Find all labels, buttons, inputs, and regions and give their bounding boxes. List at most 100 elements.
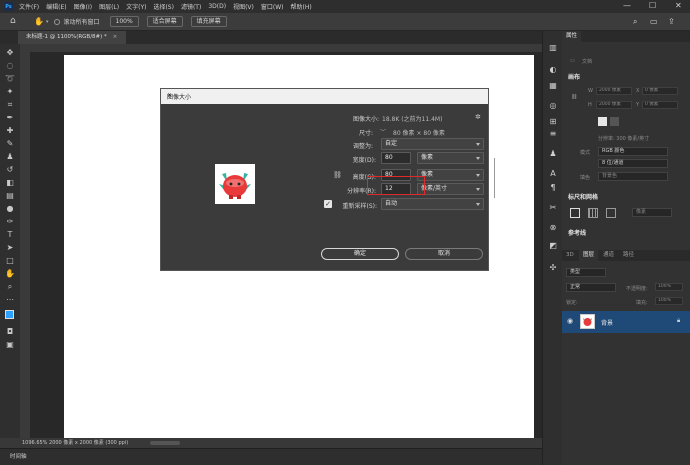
width-unit-dropdown[interactable]: 像素 [417, 152, 484, 164]
menu-select[interactable]: 选择(S) [153, 2, 174, 11]
foreground-color-swatch[interactable] [5, 310, 14, 319]
fit-to-dropdown[interactable]: 自定 [381, 138, 484, 150]
screen-mode-icon[interactable]: ▣ [4, 340, 16, 350]
menu-image[interactable]: 图像(I) [74, 2, 92, 11]
timeline-label[interactable]: 时间轴 [10, 452, 27, 460]
horizontal-scrollbar[interactable] [150, 441, 180, 445]
canvas-x-field[interactable]: 0 像素 [642, 87, 678, 95]
guides-section-title[interactable]: 参考线 [568, 228, 586, 237]
canvas-height-field[interactable]: 2000 像素 [596, 101, 632, 109]
dialog-titlebar[interactable]: 图像大小 ✕ [161, 89, 488, 104]
more-tools-icon[interactable]: ⋯ [4, 295, 16, 305]
ruler-toggle-icon[interactable] [570, 208, 580, 218]
history-brush-icon[interactable]: ↺ [4, 165, 16, 175]
type-tool-icon[interactable]: T [4, 230, 16, 240]
gradient-tool-icon[interactable]: ▤ [4, 191, 16, 201]
healing-tool-icon[interactable]: ✚ [4, 126, 16, 136]
stamp-tool-icon[interactable]: ♟ [4, 152, 16, 162]
move-tool-icon[interactable]: ✥ [4, 48, 16, 58]
brush-tool-icon[interactable]: ✎ [4, 139, 16, 149]
canvas-y-field[interactable]: 0 像素 [642, 101, 678, 109]
eraser-tool-icon[interactable]: ◧ [4, 178, 16, 188]
path-selection-icon[interactable]: ➤ [4, 243, 16, 253]
gear-icon[interactable]: ✲ [475, 113, 481, 121]
fill-dropdown[interactable]: 背景色 [598, 172, 668, 181]
stamp-panel-icon[interactable]: ♟ [548, 149, 558, 159]
document-tab[interactable]: 未标题-1 @ 1100%(RGB/8#) * × [18, 31, 126, 44]
eyedropper-tool-icon[interactable]: ✒ [4, 113, 16, 123]
visibility-eye-icon[interactable]: ◉ [567, 317, 573, 325]
tab-properties[interactable]: 属性 [562, 31, 582, 42]
resample-dropdown[interactable]: 自动 [381, 198, 484, 210]
quick-mask-icon[interactable]: ◘ [4, 327, 16, 337]
fill-screen-button[interactable]: 填充屏幕 [190, 16, 227, 27]
paragraph-panel-icon[interactable]: ¶ [548, 183, 558, 193]
channels-panel-icon[interactable]: ✣ [548, 263, 558, 273]
menu-3d[interactable]: 3D(D) [208, 3, 226, 10]
dialog-close-button[interactable]: ✕ [167, 92, 484, 99]
menu-edit[interactable]: 编辑(E) [46, 2, 66, 11]
dodge-tool-icon[interactable]: ● [4, 204, 16, 214]
tab-layers[interactable]: 图层 [579, 250, 599, 261]
libraries-icon[interactable]: ◩ [548, 241, 558, 251]
dimensions-chevron-icon[interactable]: ﹀ [380, 127, 386, 136]
cancel-button[interactable]: 取消 [405, 248, 483, 260]
canvas-section-title[interactable]: 画布 [568, 72, 580, 81]
menu-type[interactable]: 文字(Y) [126, 2, 146, 11]
bit-depth-dropdown[interactable]: 8 位/通道 [598, 159, 668, 168]
menu-filter[interactable]: 滤镜(T) [181, 2, 201, 11]
menu-layer[interactable]: 图层(L) [99, 2, 119, 11]
grid-toggle-icon[interactable] [588, 208, 598, 218]
landscape-orientation-icon[interactable] [610, 117, 619, 126]
pen-tool-icon[interactable]: ✑ [4, 217, 16, 227]
adjustments-panel-icon[interactable]: ◎ [548, 101, 558, 111]
unit-dropdown[interactable]: 像素 [632, 208, 672, 217]
marquee-tool-icon[interactable]: ◌ [4, 61, 16, 71]
home-icon[interactable]: ⌂ [10, 17, 20, 26]
tab-3d[interactable]: 3D [562, 250, 578, 261]
tab-paths[interactable]: 路径 [619, 250, 638, 261]
navigator-icon[interactable]: ⊗ [548, 223, 558, 233]
chevron-down-icon[interactable]: ▾ [46, 19, 49, 25]
blend-mode-dropdown[interactable]: 正常 [566, 283, 616, 292]
color-mode-dropdown[interactable]: RGB 颜色 [598, 147, 668, 156]
link-icon[interactable]: ⛓ [571, 94, 577, 100]
menu-window[interactable]: 窗口(W) [261, 2, 284, 11]
lasso-tool-icon[interactable]: ➰ [4, 74, 16, 84]
hand-tool-side-icon[interactable]: ✋ [4, 269, 16, 279]
close-tab-icon[interactable]: × [113, 34, 118, 40]
share-icon[interactable]: ⇪ [668, 17, 675, 26]
portrait-orientation-icon[interactable] [598, 117, 607, 126]
fill-opacity-field[interactable]: 100% [655, 297, 683, 305]
crop-tool-icon[interactable]: ⌗ [4, 100, 16, 110]
menu-help[interactable]: 帮助(H) [291, 2, 312, 11]
maximize-button[interactable]: ☐ [649, 1, 656, 10]
workspace-icon[interactable]: ▭ [650, 17, 658, 26]
swatches-panel-icon[interactable]: ▦ [548, 81, 558, 91]
image-preview[interactable] [215, 164, 255, 204]
menu-file[interactable]: 文件(F) [19, 2, 39, 11]
hand-tool-icon[interactable]: ✋ [34, 17, 44, 26]
canvas-width-field[interactable]: 2000 像素 [596, 87, 632, 95]
menu-view[interactable]: 视图(V) [233, 2, 254, 11]
fit-screen-button[interactable]: 适合屏幕 [146, 16, 183, 27]
layer-kind-filter[interactable]: 类型 [566, 268, 606, 277]
search-icon[interactable]: ⌕ [633, 17, 637, 27]
close-window-button[interactable]: ✕ [675, 1, 682, 10]
width-input[interactable]: 80 [381, 152, 411, 164]
guides-toggle-icon[interactable] [606, 208, 616, 218]
tools-panel-icon[interactable]: ✂ [548, 203, 558, 213]
ok-button[interactable]: 确定 [321, 248, 399, 260]
character-panel-icon[interactable]: A [548, 169, 558, 179]
color-panel-icon[interactable]: ◐ [548, 65, 558, 75]
zoom-100-button[interactable]: 100% [109, 16, 139, 27]
resolution-unit-dropdown[interactable]: 像素/英寸 [417, 183, 484, 195]
scroll-all-checkbox[interactable] [54, 18, 61, 25]
tab-channels[interactable]: 通道 [599, 250, 618, 261]
opacity-field[interactable]: 100% [655, 283, 683, 291]
zoom-tool-icon[interactable]: ⌕ [4, 282, 16, 292]
minimize-button[interactable]: — [623, 1, 631, 10]
layers-comp-icon[interactable]: ⊞ [548, 117, 558, 127]
properties-sliders-icon[interactable]: ≡ [548, 129, 558, 139]
layer-row-background[interactable]: ◉ 背景 🔒︎ [562, 311, 690, 333]
